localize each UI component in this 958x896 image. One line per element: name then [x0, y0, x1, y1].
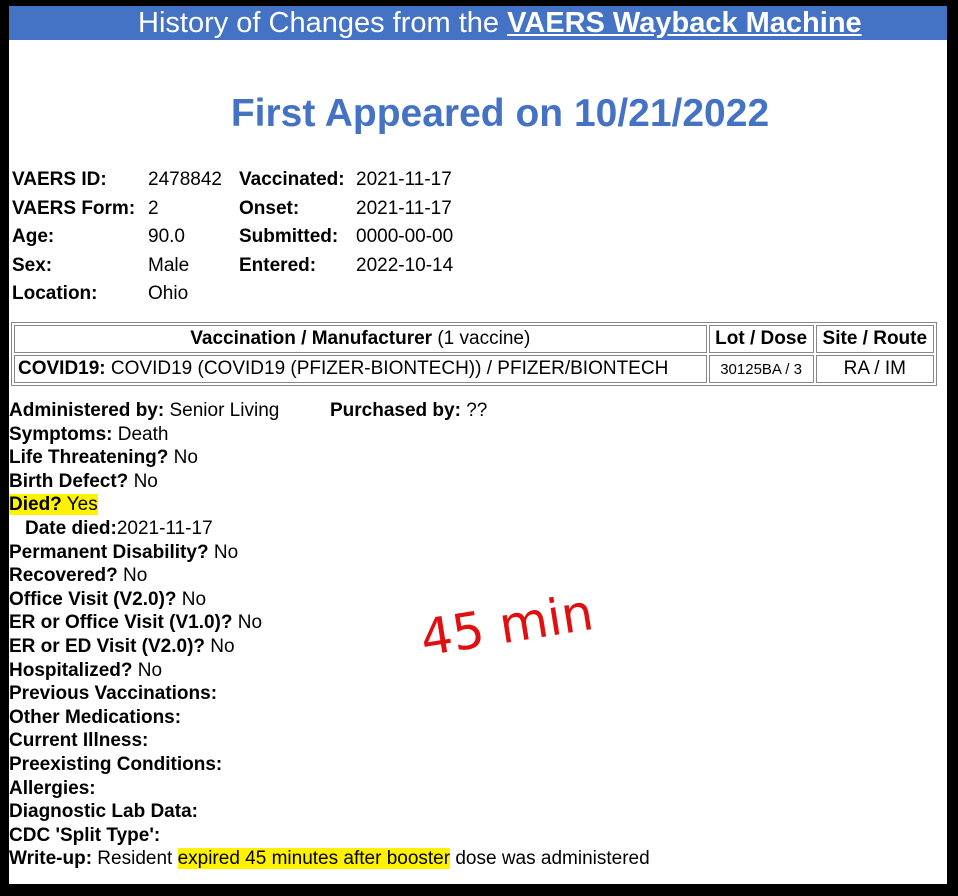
submitted-value: 0000-00-00: [356, 226, 454, 247]
table-row: COVID19: COVID19 (COVID19 (PFIZER-BIONTE…: [14, 355, 934, 383]
sex-label: Sex:: [12, 254, 53, 276]
current-illness-line: Current Illness:: [9, 730, 149, 752]
sex-value: Male: [148, 254, 190, 276]
site-route-cell: RA / IM: [815, 355, 934, 383]
preexisting-conditions-line: Preexisting Conditions:: [9, 753, 223, 775]
write-up-line: Write-up: Resident expired 45 minutes af…: [9, 848, 650, 870]
birth-defect-line: Birth Defect? No: [9, 470, 158, 492]
table-header-row: Vaccination / Manufacturer (1 vaccine) L…: [14, 325, 934, 353]
purchased-by: Purchased by: ??: [330, 400, 488, 421]
submitted-label: Submitted:: [239, 226, 339, 247]
first-appeared-heading: First Appeared on 10/21/2022: [230, 92, 770, 135]
onset-label: Onset:: [239, 197, 300, 219]
split-type-line: CDC 'Split Type':: [9, 824, 161, 846]
symptoms-line: Symptoms: Death: [9, 423, 169, 445]
vaccine-cell: COVID19: COVID19 (COVID19 (PFIZER-BIONTE…: [14, 355, 707, 383]
site-route-header: Site / Route: [815, 325, 934, 353]
summary-right-values: 2021-11-17 2021-11-17 0000-00-00 2022-10…: [356, 166, 453, 280]
diagnostic-lab-line: Diagnostic Lab Data:: [9, 801, 198, 823]
date-died-line: Date died:2021-11-17: [25, 517, 213, 539]
previous-vaccinations-line: Previous Vaccinations:: [9, 683, 218, 705]
summary-left-labels: VAERS ID: VAERS Form: Age: Sex: Location…: [12, 166, 135, 309]
document-page: History of Changes from the VAERS Waybac…: [9, 6, 947, 884]
location-value: Ohio: [148, 283, 189, 304]
vaers-id-label: VAERS ID:: [12, 169, 107, 190]
died-highlight: Died? Yes: [9, 494, 98, 516]
vaccinated-value: 2021-11-17: [356, 169, 452, 190]
banner-text: History of Changes from the: [138, 7, 508, 39]
vaers-form-label: VAERS Form:: [12, 197, 136, 219]
summary-right-labels: Vaccinated: Onset: Submitted: Entered:: [239, 166, 345, 280]
wayback-machine-link[interactable]: VAERS Wayback Machine: [507, 7, 862, 39]
other-medications-line: Other Medications:: [9, 706, 182, 728]
lot-dose-header: Lot / Dose: [708, 325, 814, 353]
entered-value: 2022-10-14: [356, 254, 454, 276]
vaccine-table: Vaccination / Manufacturer (1 vaccine) L…: [11, 322, 937, 386]
vaccine-count: (1 vaccine): [437, 328, 531, 349]
life-threatening-line: Life Threatening? No: [9, 447, 198, 469]
onset-value: 2021-11-17: [356, 197, 452, 219]
location-label: Location:: [12, 283, 98, 304]
vaccine-type: COVID19:: [18, 358, 106, 379]
died-line: Died? Yes: [9, 493, 650, 517]
header-banner: History of Changes from the VAERS Waybac…: [9, 6, 947, 40]
vaers-id-value: 2478842: [148, 169, 222, 190]
entered-label: Entered:: [239, 254, 317, 276]
hospitalized-line: Hospitalized? No: [9, 659, 163, 681]
write-up-highlight: expired 45 minutes after booster: [177, 848, 451, 870]
allergies-line: Allergies:: [9, 777, 96, 799]
vaers-form-value: 2: [148, 197, 159, 219]
summary-left-values: 2478842 2 90.0 Male Ohio: [148, 166, 222, 309]
age-value: 90.0: [148, 226, 185, 247]
age-label: Age:: [12, 226, 55, 247]
vaccination-header: Vaccination / Manufacturer (1 vaccine): [14, 325, 707, 353]
vaccine-manufacturer: COVID19 (COVID19 (PFIZER-BIONTECH)) / PF…: [105, 358, 669, 379]
lot-dose-cell: 30125BA / 3: [708, 355, 814, 383]
disability-line: Permanent Disability? No: [9, 541, 239, 563]
vaccinated-label: Vaccinated:: [239, 169, 345, 190]
recovered-line: Recovered? No: [9, 565, 148, 587]
